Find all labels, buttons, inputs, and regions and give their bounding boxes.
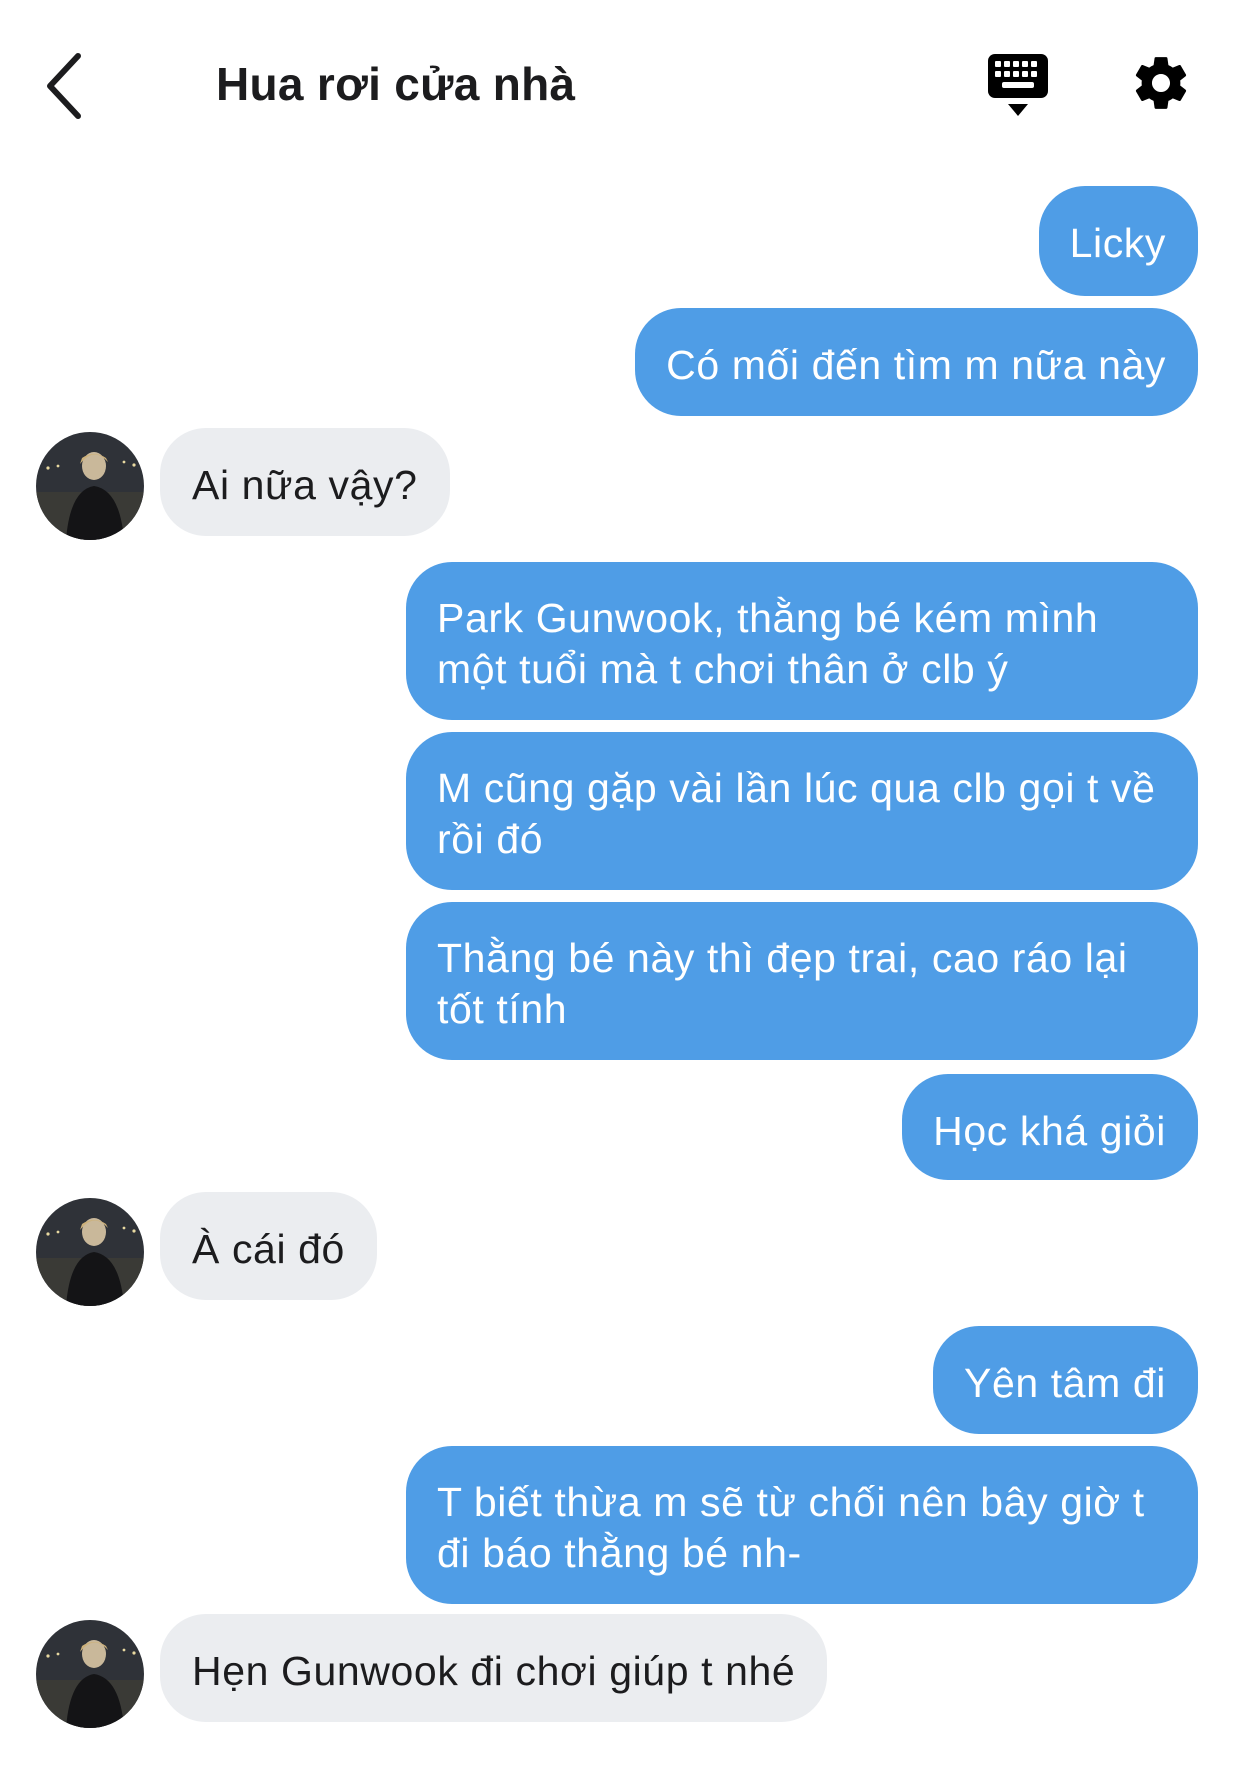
outgoing-message[interactable]: Học khá giỏi bbox=[902, 1074, 1198, 1180]
outgoing-message[interactable]: Licky bbox=[1038, 186, 1198, 296]
outgoing-message[interactable]: Yên tâm đi bbox=[933, 1326, 1198, 1434]
avatar[interactable] bbox=[36, 1198, 144, 1306]
outgoing-message[interactable]: Thằng bé này thì đẹp trai, cao ráo lại t… bbox=[406, 902, 1198, 1060]
gear-icon bbox=[1135, 57, 1187, 109]
incoming-message[interactable]: Ai nữa vậy? bbox=[160, 428, 450, 536]
avatar[interactable] bbox=[36, 1620, 144, 1728]
outgoing-message[interactable]: M cũng gặp vài lần lúc qua clb gọi t về … bbox=[406, 732, 1198, 890]
outgoing-message[interactable]: Park Gunwook, thằng bé kém mình một tuổi… bbox=[406, 562, 1198, 720]
chat-title: Hua rơi cửa nhà bbox=[216, 58, 576, 110]
keyboard-icon bbox=[988, 54, 1048, 116]
chat-header: Hua rơi cửa nhà bbox=[0, 0, 1242, 170]
avatar-photo bbox=[36, 1620, 144, 1728]
avatar[interactable] bbox=[36, 432, 144, 540]
outgoing-message[interactable]: T biết thừa m sẽ từ chối nên bây giờ t đ… bbox=[406, 1446, 1198, 1604]
incoming-message[interactable]: À cái đó bbox=[160, 1192, 377, 1300]
outgoing-message[interactable]: Có mối đến tìm m nữa này bbox=[635, 308, 1198, 416]
back-button[interactable] bbox=[36, 46, 96, 126]
incoming-message[interactable]: Hẹn Gunwook đi chơi giúp t nhé bbox=[160, 1614, 828, 1722]
avatar-photo bbox=[36, 1198, 144, 1306]
keyboard-button[interactable] bbox=[986, 52, 1050, 118]
chevron-left-icon bbox=[47, 53, 81, 119]
avatar-photo bbox=[36, 432, 144, 540]
settings-button[interactable] bbox=[1130, 52, 1192, 114]
